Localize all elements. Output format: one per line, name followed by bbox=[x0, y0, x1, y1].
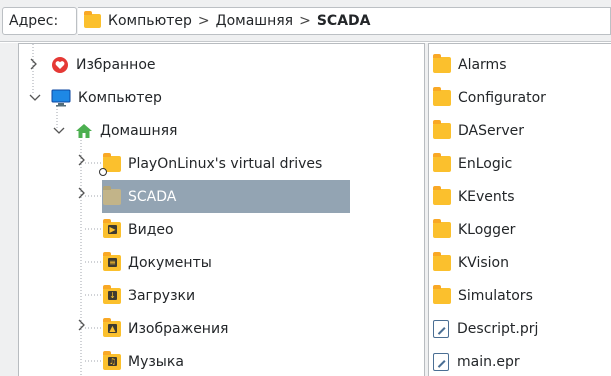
folder-icon bbox=[103, 185, 121, 205]
folder-icon bbox=[433, 53, 451, 73]
breadcrumb-separator: > bbox=[197, 13, 210, 29]
tree-item-label: SCADA bbox=[128, 188, 177, 205]
file-item-configurator[interactable]: Configurator bbox=[433, 81, 546, 114]
pictures-folder-icon: ▲ bbox=[103, 317, 121, 337]
tree-item-video[interactable]: ▶ Видео bbox=[103, 213, 174, 246]
side-gutter bbox=[0, 43, 18, 376]
folder-icon bbox=[433, 185, 451, 205]
tree-item-music[interactable]: ♫ Музыка bbox=[103, 345, 184, 376]
tree-item-home[interactable]: Домашняя bbox=[75, 114, 177, 147]
address-label: Адрес: bbox=[2, 7, 77, 35]
tree-item-label: Документы bbox=[128, 254, 212, 271]
tree-item-label: Видео bbox=[128, 221, 174, 238]
tree-item-documents[interactable]: ≡ Документы bbox=[103, 246, 212, 279]
file-item-kvision[interactable]: KVision bbox=[433, 246, 509, 279]
file-list[interactable]: Alarms Configurator DAServer EnLogic KEv… bbox=[428, 43, 611, 376]
file-item-label: Alarms bbox=[458, 56, 507, 73]
breadcrumb-separator: > bbox=[299, 13, 311, 29]
tree-item-label: Музыка bbox=[128, 353, 184, 370]
downloads-folder-icon: ↓ bbox=[103, 284, 121, 304]
file-item-main-epr[interactable]: main.epr bbox=[433, 345, 520, 376]
folder-link-icon bbox=[99, 152, 121, 176]
monitor-icon bbox=[51, 89, 71, 107]
file-item-label: main.epr bbox=[457, 353, 520, 370]
tree-item-label: Избранное bbox=[76, 56, 156, 73]
text-file-icon bbox=[433, 319, 449, 338]
file-item-label: KLogger bbox=[458, 221, 516, 238]
file-item-alarms[interactable]: Alarms bbox=[433, 48, 507, 81]
tree-item-pictures[interactable]: ▲ Изображения bbox=[103, 312, 228, 345]
tree-item-computer[interactable]: Компьютер bbox=[51, 81, 162, 114]
file-item-label: KVision bbox=[458, 254, 509, 271]
tree-item-favorites[interactable]: Избранное bbox=[51, 48, 156, 81]
file-item-label: Simulators bbox=[458, 287, 533, 304]
folder-icon bbox=[433, 284, 451, 304]
file-item-enlogic[interactable]: EnLogic bbox=[433, 147, 512, 180]
folder-icon bbox=[433, 152, 451, 172]
file-item-label: EnLogic bbox=[458, 155, 513, 172]
tree-item-downloads[interactable]: ↓ Загрузки bbox=[103, 279, 195, 312]
folder-icon bbox=[433, 119, 451, 139]
breadcrumb-home[interactable]: Домашняя bbox=[216, 13, 293, 29]
home-icon bbox=[75, 122, 93, 140]
tree-item-label: Загрузки bbox=[128, 287, 196, 304]
folder-icon bbox=[433, 86, 451, 106]
music-folder-icon: ♫ bbox=[103, 350, 121, 370]
file-item-label: DAServer bbox=[458, 122, 525, 139]
text-file-icon bbox=[433, 352, 449, 371]
folder-icon bbox=[433, 251, 451, 271]
tree-item-label: PlayOnLinux's virtual drives bbox=[128, 155, 323, 172]
tree-item-playonlinux[interactable]: PlayOnLinux's virtual drives bbox=[99, 147, 323, 180]
tree-item-label: Домашняя bbox=[100, 122, 178, 139]
file-item-daserver[interactable]: DAServer bbox=[433, 114, 524, 147]
file-item-kevents[interactable]: KEvents bbox=[433, 180, 515, 213]
file-item-klogger[interactable]: KLogger bbox=[433, 213, 515, 246]
file-item-descript-prj[interactable]: Descript.prj bbox=[433, 312, 538, 345]
tree-item-scada[interactable]: SCADA bbox=[102, 180, 350, 213]
folder-icon bbox=[84, 11, 101, 28]
file-item-label: KEvents bbox=[458, 188, 515, 205]
documents-folder-icon: ≡ bbox=[103, 251, 121, 271]
breadcrumb-computer[interactable]: Компьютер bbox=[108, 13, 192, 29]
folder-icon bbox=[433, 218, 451, 238]
address-breadcrumb[interactable]: Компьютер > Домашняя > SCADA bbox=[78, 7, 611, 35]
video-folder-icon: ▶ bbox=[103, 218, 121, 238]
breadcrumb-scada[interactable]: SCADA bbox=[317, 13, 371, 29]
tree-item-label: Компьютер bbox=[78, 89, 162, 106]
file-item-label: Configurator bbox=[458, 89, 546, 106]
address-bar: Адрес: Компьютер > Домашняя > SCADA bbox=[0, 0, 611, 42]
file-item-simulators[interactable]: Simulators bbox=[433, 279, 533, 312]
heart-icon bbox=[51, 56, 69, 74]
folder-tree[interactable]: Избранное Компьютер Домашняя PlayOnLinux… bbox=[18, 43, 425, 376]
file-item-label: Descript.prj bbox=[457, 320, 539, 337]
tree-item-label: Изображения bbox=[128, 320, 229, 337]
